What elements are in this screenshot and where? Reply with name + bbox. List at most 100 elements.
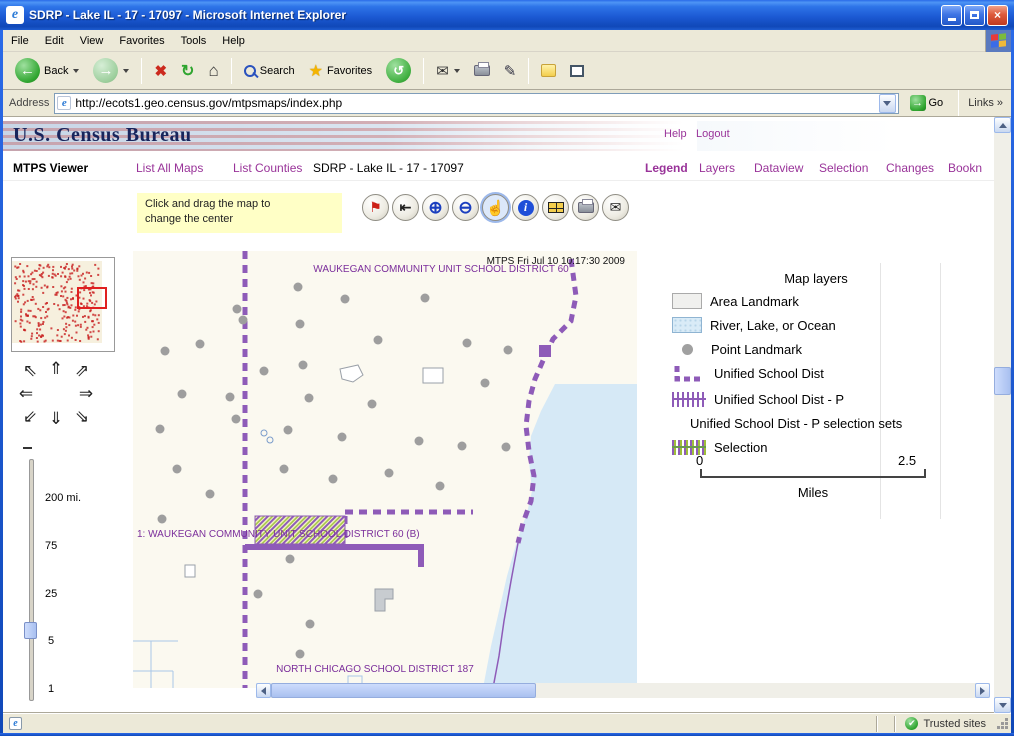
links-menu[interactable]: Links » xyxy=(968,97,1005,109)
point-landmark xyxy=(385,469,394,478)
go-button[interactable]: → Go xyxy=(904,93,950,113)
menu-view[interactable]: View xyxy=(72,32,112,50)
vertical-scrollbar[interactable] xyxy=(994,117,1011,713)
dataview-link[interactable]: Dataview xyxy=(754,161,803,175)
legend-label: River, Lake, or Ocean xyxy=(710,318,836,333)
list-counties-link[interactable]: List Counties xyxy=(233,161,302,175)
address-url[interactable]: http://ecots1.geo.census.gov/mtpsmaps/in… xyxy=(75,96,874,110)
close-button[interactable]: × xyxy=(987,5,1008,26)
map-canvas[interactable]: MTPS Fri Jul 10 10:17:30 2009 WAUKEGAN C… xyxy=(133,251,637,688)
list-all-maps-link[interactable]: List All Maps xyxy=(136,161,203,175)
attributes-button[interactable] xyxy=(542,194,569,221)
point-landmark xyxy=(504,346,513,355)
zoom-in-button[interactable]: ⊕ xyxy=(422,194,449,221)
legend-row-unified-school-dist-p: Unified School Dist - P xyxy=(672,389,844,409)
zoom-slider-thumb[interactable] xyxy=(24,622,37,639)
point-landmark xyxy=(421,294,430,303)
fullscreen-icon xyxy=(570,65,584,77)
pan-east-button[interactable]: ⇒ xyxy=(75,384,97,404)
zoom-out-button[interactable]: ⊖ xyxy=(452,194,479,221)
menu-help[interactable]: Help xyxy=(214,32,253,50)
horizontal-scroll-thumb[interactable] xyxy=(271,683,536,698)
scale-bar xyxy=(700,469,926,478)
favorites-label: Favorites xyxy=(327,65,372,77)
security-zone-label: Trusted sites xyxy=(923,718,986,730)
address-input[interactable]: e http://ecots1.geo.census.gov/mtpsmaps/… xyxy=(54,93,898,114)
home-button[interactable]: ⌂ xyxy=(202,57,224,85)
mail-button[interactable]: ✉ xyxy=(430,58,466,84)
logout-link[interactable]: Logout xyxy=(696,128,730,140)
help-link[interactable]: Help xyxy=(664,128,687,140)
refresh-button[interactable]: ↻ xyxy=(175,57,200,85)
menu-tools[interactable]: Tools xyxy=(173,32,215,50)
legend-label: Unified School Dist - P selection sets xyxy=(690,416,902,431)
email-map-icon: ✉ xyxy=(610,199,622,216)
back-icon: ← xyxy=(15,58,40,83)
back-dropdown-icon[interactable] xyxy=(73,69,79,73)
forward-button[interactable]: → xyxy=(87,54,135,87)
pan-south-button[interactable]: ⇓ xyxy=(45,409,67,429)
fullscreen-button[interactable] xyxy=(564,61,590,81)
history-icon: ↺ xyxy=(386,58,411,83)
messenger-button[interactable] xyxy=(535,60,562,81)
point-landmark xyxy=(233,305,242,314)
pan-northeast-button[interactable]: ⇗ xyxy=(71,361,93,381)
initial-extent-button[interactable]: ⚑ xyxy=(362,194,389,221)
maximize-button[interactable] xyxy=(964,5,985,26)
layers-link[interactable]: Layers xyxy=(699,161,735,175)
mail-dropdown-icon[interactable] xyxy=(454,69,460,73)
menu-file[interactable]: File xyxy=(3,32,37,50)
zoom-label-5: 5 xyxy=(48,635,54,647)
point-landmark xyxy=(239,316,248,325)
email-map-button[interactable]: ✉ xyxy=(602,194,629,221)
scroll-right-button[interactable] xyxy=(975,683,990,698)
security-zone-indicator: ✔ Trusted sites xyxy=(895,717,996,730)
app-title: MTPS Viewer xyxy=(13,161,88,175)
horizontal-scrollbar[interactable] xyxy=(256,683,990,698)
legend-label: Unified School Dist xyxy=(714,366,824,381)
stop-button[interactable]: ✖ xyxy=(148,58,173,84)
pan-northwest-button[interactable]: ⇖ xyxy=(19,361,41,381)
zoom-slider-track[interactable] xyxy=(29,459,34,701)
changes-link[interactable]: Changes xyxy=(886,161,934,175)
menu-edit[interactable]: Edit xyxy=(37,32,72,50)
search-button[interactable]: Search xyxy=(238,61,301,81)
ie-icon: e xyxy=(6,6,24,24)
legend-panel: Map layers Area Landmark River, Lake, or… xyxy=(662,263,970,519)
back-button[interactable]: ← Back xyxy=(9,54,85,87)
pan-button[interactable]: ☝ xyxy=(482,194,509,221)
point-landmark xyxy=(436,482,445,491)
pan-north-button[interactable]: ⇑ xyxy=(45,359,67,379)
zoom-minus-icon xyxy=(23,447,32,449)
legend-link[interactable]: Legend xyxy=(645,161,688,175)
minimize-button[interactable] xyxy=(941,5,962,26)
overview-map[interactable] xyxy=(11,257,115,352)
identify-button[interactable]: i xyxy=(512,194,539,221)
favorites-star-icon: ★ xyxy=(309,61,323,81)
resize-grip[interactable] xyxy=(996,717,1010,731)
previous-extent-button[interactable]: ⇤ xyxy=(392,194,419,221)
menu-favorites[interactable]: Favorites xyxy=(111,32,172,50)
edit-button[interactable]: ✎ xyxy=(498,58,523,84)
point-landmark xyxy=(173,465,182,474)
pan-west-button[interactable]: ⇐ xyxy=(15,384,37,404)
favorites-button[interactable]: ★ Favorites xyxy=(303,57,379,85)
scale-start: 0 xyxy=(696,453,703,468)
pan-southwest-button[interactable]: ⇙ xyxy=(19,407,41,427)
history-button[interactable]: ↺ xyxy=(380,54,417,87)
map-toolbar: ⚑ ⇤ ⊕ ⊖ ☝ i ✉ xyxy=(362,194,629,221)
print-button[interactable] xyxy=(468,61,496,80)
forward-icon: → xyxy=(93,58,118,83)
selection-link[interactable]: Selection xyxy=(819,161,868,175)
forward-dropdown-icon[interactable] xyxy=(123,69,129,73)
bookmarks-link[interactable]: Bookn xyxy=(948,161,982,175)
scroll-up-button[interactable] xyxy=(994,117,1011,133)
scroll-down-button[interactable] xyxy=(994,697,1011,713)
scroll-left-button[interactable] xyxy=(256,683,271,698)
point-landmark xyxy=(284,426,293,435)
address-dropdown-button[interactable] xyxy=(879,94,896,113)
pan-southeast-button[interactable]: ⇘ xyxy=(71,407,93,427)
point-landmark xyxy=(158,515,167,524)
print-map-button[interactable] xyxy=(572,194,599,221)
vertical-scroll-thumb[interactable] xyxy=(994,367,1011,395)
